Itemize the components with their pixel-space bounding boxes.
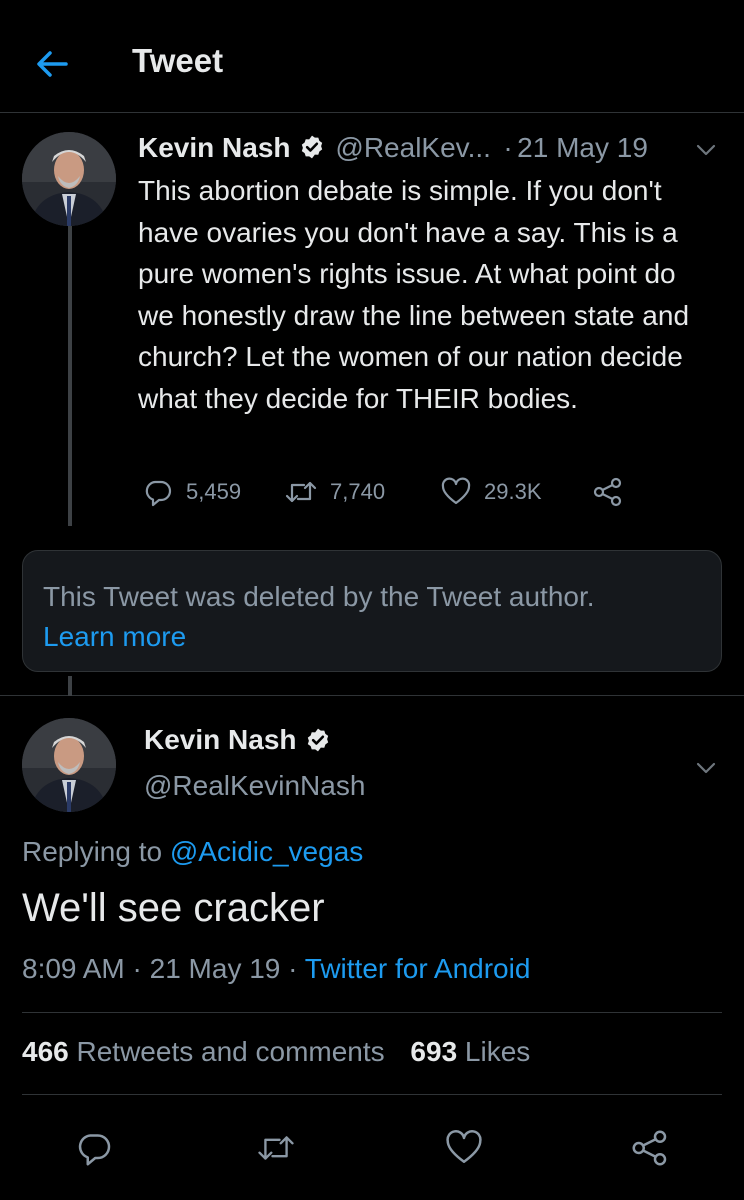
top-bar: Tweet (0, 0, 744, 113)
main-tweet-text: We'll see cracker (22, 886, 325, 930)
avatar[interactable] (22, 132, 116, 226)
deleted-tweet-notice: This Tweet was deleted by the Tweet auth… (22, 550, 722, 672)
parent-tweet-text: This abortion debate is simple. If you d… (138, 175, 690, 414)
tweet-date[interactable]: 21 May 19 (517, 132, 648, 163)
likes-stat[interactable]: 693 Likes (410, 1036, 530, 1067)
avatar[interactable] (22, 718, 116, 812)
verified-badge-icon (299, 134, 325, 160)
author-handle[interactable]: @RealKevinNash (144, 770, 365, 802)
reply-count: 5,459 (186, 479, 242, 504)
chevron-down-icon[interactable] (692, 754, 720, 782)
tweet-date: 21 May 19 (149, 953, 281, 984)
author-name[interactable]: Kevin Nash (144, 724, 297, 756)
replying-to: Replying to @Acidic_vegas (22, 836, 363, 868)
retweets-count: 466 (22, 1036, 69, 1067)
replying-to-link[interactable]: @Acidic_vegas (170, 836, 363, 867)
tweet-source-link[interactable]: Twitter for Android (305, 953, 531, 984)
retweet-button[interactable]: 7,740 (284, 474, 385, 510)
share-icon[interactable] (630, 1128, 670, 1168)
tweet-stats: 466 Retweets and comments 693 Likes (22, 1036, 530, 1068)
tweet-time: 8:09 AM (22, 953, 125, 984)
share-button[interactable] (592, 474, 624, 510)
reply-icon (142, 476, 174, 508)
back-arrow-icon[interactable] (32, 44, 72, 84)
like-count: 29.3K (484, 479, 542, 504)
divider (0, 695, 744, 696)
likes-label: Likes (464, 1036, 531, 1067)
replying-label: Replying to (22, 836, 163, 867)
tweet-meta: 8:09 AM · 21 May 19 · Twitter for Androi… (22, 953, 530, 985)
separator-dot: · (132, 953, 142, 984)
retweet-icon (284, 476, 318, 508)
like-button[interactable]: 29.3K (440, 474, 542, 510)
thread-line (68, 676, 72, 696)
retweet-icon[interactable] (256, 1128, 296, 1168)
retweets-stat[interactable]: 466 Retweets and comments (22, 1036, 385, 1067)
page-title: Tweet (132, 42, 224, 79)
learn-more-link[interactable]: Learn more (43, 617, 186, 657)
verified-badge-icon (305, 727, 331, 753)
share-icon (592, 476, 624, 508)
retweets-label: Retweets and comments (76, 1036, 385, 1067)
like-icon[interactable] (444, 1128, 484, 1168)
like-icon (440, 476, 472, 508)
author-name[interactable]: Kevin Nash (138, 132, 291, 163)
divider (22, 1094, 722, 1095)
author-name-row: Kevin Nash (144, 724, 331, 756)
deleted-notice-text: This Tweet was deleted by the Tweet auth… (43, 581, 595, 612)
reply-button[interactable]: 5,459 (142, 474, 241, 510)
separator-dot: · (503, 132, 513, 163)
retweet-count: 7,740 (330, 479, 386, 504)
divider (22, 1012, 722, 1013)
chevron-down-icon[interactable] (692, 136, 720, 164)
parent-tweet-header: Kevin Nash @RealKev... · 21 May 19 (138, 132, 698, 170)
separator-dot: · (288, 953, 298, 984)
reply-icon[interactable] (74, 1128, 114, 1168)
likes-count: 693 (410, 1036, 458, 1067)
author-handle[interactable]: @RealKev... (335, 132, 491, 163)
thread-line (68, 226, 72, 526)
